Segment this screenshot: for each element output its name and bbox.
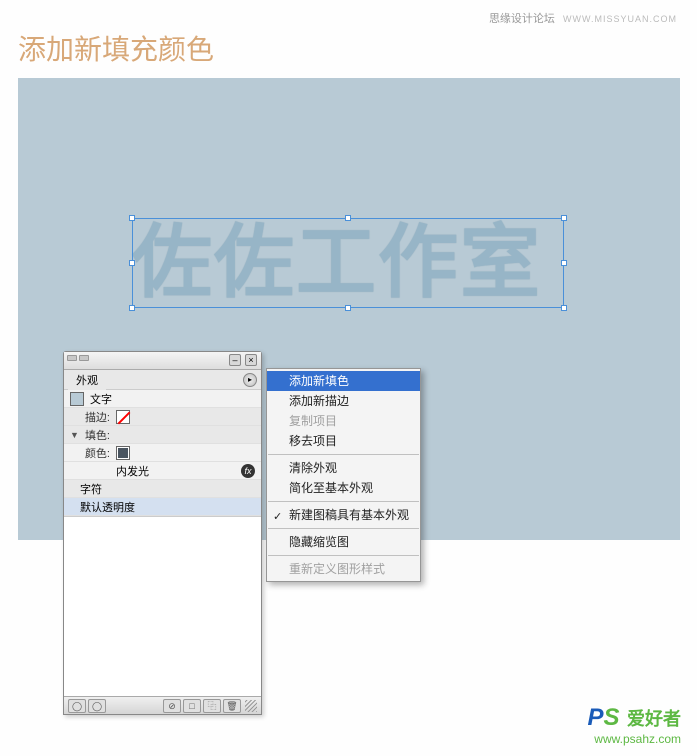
handle-bot-mid[interactable] (345, 305, 351, 311)
panel-empty-area (64, 516, 261, 696)
panel-flyout-button[interactable]: ▸ (243, 373, 257, 387)
type-label: 文字 (90, 391, 112, 407)
panel-close-button[interactable]: × (245, 354, 257, 366)
default-opacity-label: 默认透明度 (80, 499, 135, 515)
fill-label: 填色: (80, 427, 110, 443)
ps-logo: PS (588, 704, 620, 731)
panel-minimize-button[interactable]: – (229, 354, 241, 366)
handle-top-mid[interactable] (345, 215, 351, 221)
menu-separator (268, 454, 419, 455)
stroke-swatch[interactable] (116, 410, 130, 424)
handle-mid-left[interactable] (129, 260, 135, 266)
color-swatch[interactable] (116, 446, 130, 460)
menu-new-art-label: 新建图稿具有基本外观 (289, 508, 409, 522)
inner-glow-label: 内发光 (116, 463, 149, 479)
stroke-label: 描边: (70, 409, 110, 425)
menu-duplicate: 复制项目 (267, 411, 420, 431)
appearance-panel: – × 外观 ▸ 文字 描边: ▼ 填色: 颜色: 内发光 fx 字符 (63, 351, 262, 715)
disallow-icon[interactable]: ⊘ (163, 699, 181, 713)
menu-remove[interactable]: 移去项目 (267, 431, 420, 451)
fx-icon[interactable]: fx (241, 464, 255, 478)
menu-reduce[interactable]: 简化至基本外观 (267, 478, 420, 498)
row-inner-glow[interactable]: 内发光 fx (64, 462, 261, 480)
flyout-menu: 添加新填色 添加新描边 复制项目 移去项目 清除外观 简化至基本外观 ✓ 新建图… (266, 368, 421, 582)
type-swatch (70, 392, 84, 406)
panel-body: 文字 描边: ▼ 填色: 颜色: 内发光 fx 字符 默认透明度 (64, 390, 261, 516)
handle-bot-right[interactable] (561, 305, 567, 311)
menu-add-fill[interactable]: 添加新填色 (267, 371, 420, 391)
color-label: 颜色: (70, 445, 110, 461)
panel-header: 外观 ▸ (64, 370, 261, 390)
footer-branding: PS 爱好者 www.psahz.com (588, 704, 681, 746)
check-icon: ✓ (273, 507, 282, 527)
page-title: 添加新填充颜色 (18, 28, 214, 68)
panel-titlebar[interactable]: – × (64, 352, 261, 370)
panel-drag-grip[interactable] (67, 355, 89, 361)
fill-expand-icon[interactable]: ▼ (70, 430, 80, 440)
menu-hide-thumb[interactable]: 隐藏缩览图 (267, 532, 420, 552)
selection-bounds (132, 218, 564, 308)
row-characters[interactable]: 字符 (64, 480, 261, 498)
menu-separator (268, 501, 419, 502)
characters-label: 字符 (80, 481, 102, 497)
row-color[interactable]: 颜色: (64, 444, 261, 462)
handle-bot-left[interactable] (129, 305, 135, 311)
text-object[interactable]: 佐佐工作室 (132, 218, 542, 308)
new-stroke-footer-button[interactable]: ◯ (88, 699, 106, 713)
handle-top-left[interactable] (129, 215, 135, 221)
brand-url: www.psahz.com (588, 732, 681, 746)
new-fill-footer-button[interactable]: ◯ (68, 699, 86, 713)
header-watermark: 思缘设计论坛 WWW.MISSYUAN.COM (489, 10, 677, 26)
handle-mid-right[interactable] (561, 260, 567, 266)
row-type[interactable]: 文字 (64, 390, 261, 408)
row-default-opacity[interactable]: 默认透明度 (64, 498, 261, 516)
menu-separator (268, 555, 419, 556)
duplicate-footer-button[interactable]: ⿻ (203, 699, 221, 713)
panel-tab-appearance[interactable]: 外观 (68, 370, 106, 390)
panel-footer: ◯ ◯ ⊘ □ ⿻ 🗑 (64, 696, 261, 714)
brand-cn: 爱好者 (627, 709, 681, 729)
handle-top-right[interactable] (561, 215, 567, 221)
trash-icon[interactable]: 🗑 (223, 699, 241, 713)
menu-clear[interactable]: 清除外观 (267, 458, 420, 478)
watermark-site: WWW.MISSYUAN.COM (563, 14, 677, 24)
basic-appearance-icon[interactable]: □ (183, 699, 201, 713)
row-stroke[interactable]: 描边: (64, 408, 261, 426)
resize-grip[interactable] (245, 700, 257, 712)
menu-new-art[interactable]: ✓ 新建图稿具有基本外观 (267, 505, 420, 525)
row-fill[interactable]: ▼ 填色: (64, 426, 261, 444)
watermark-forum: 思缘设计论坛 (489, 13, 555, 25)
menu-redefine: 重新定义图形样式 (267, 559, 420, 579)
menu-separator (268, 528, 419, 529)
menu-add-stroke[interactable]: 添加新描边 (267, 391, 420, 411)
